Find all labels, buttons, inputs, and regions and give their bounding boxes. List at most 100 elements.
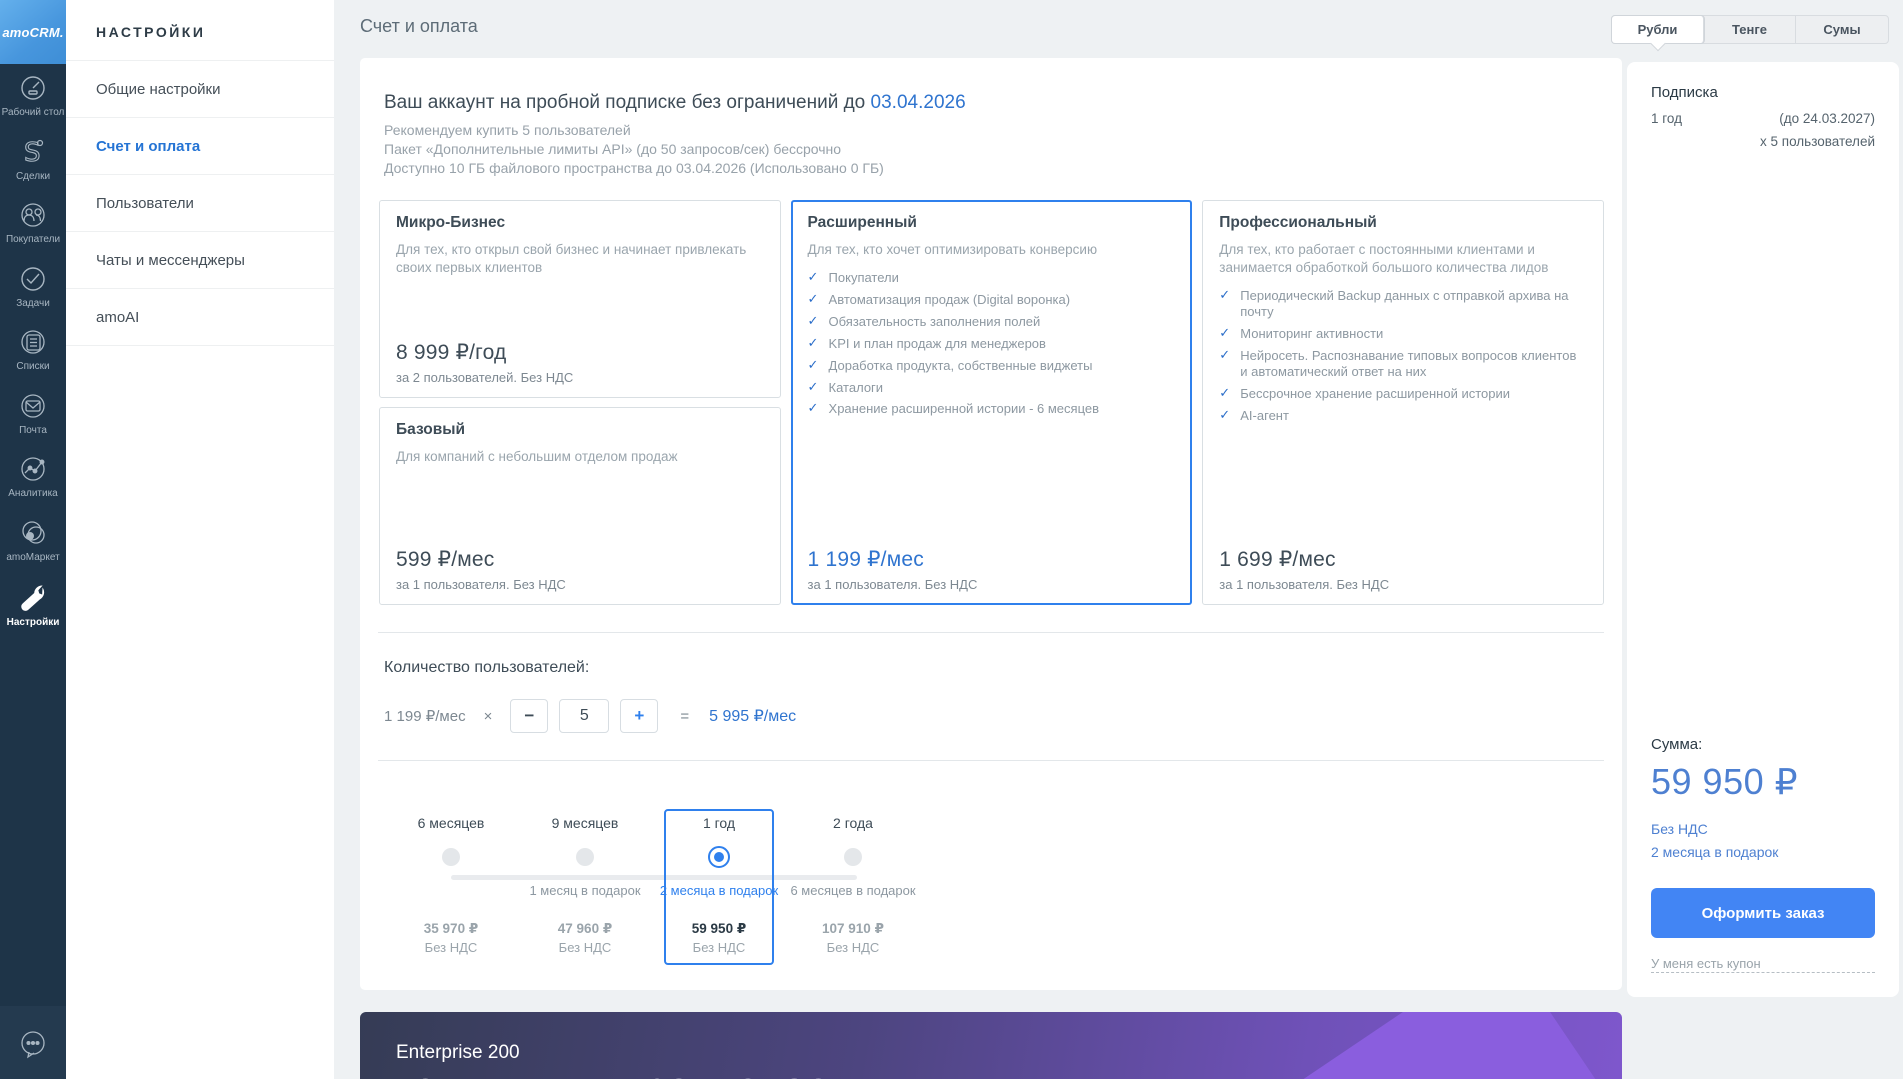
plan-price-note: за 1 пользователя. Без НДС (396, 577, 764, 592)
slider-dot[interactable] (442, 848, 460, 866)
sidebar-item-label: amoМаркет (6, 552, 59, 565)
plan-feature: Хранение расширенной истории - 6 месяцев (808, 398, 1176, 420)
period-vat: Без НДС (693, 940, 746, 955)
sidebar-item-label: Почта (19, 425, 47, 438)
decrease-users-button[interactable]: − (510, 699, 548, 733)
sidebar-item-desktop[interactable]: Рабочий стол (0, 64, 66, 128)
plan-card-professional[interactable]: Профессиональный Для тех, кто работает с… (1202, 200, 1604, 605)
subscription-title: Подписка (1651, 84, 1875, 101)
slider-dot-wrap (576, 837, 594, 877)
sidebar-item-analytics[interactable]: Аналитика (0, 445, 66, 509)
support-chat-icon[interactable] (17, 1028, 49, 1065)
period-option-6m[interactable]: 6 месяцев 35 970 ₽ Без НДС (384, 809, 518, 965)
plan-card-micro[interactable]: Микро-Бизнес Для тех, кто открыл свой би… (379, 200, 781, 398)
period-vat: Без НДС (559, 940, 612, 955)
currency-tab-rub[interactable]: Рубли (1612, 16, 1704, 43)
sidebar-bottom (0, 1006, 66, 1079)
subscription-until: (до 24.03.2027) (1779, 111, 1875, 126)
trial-headline: Ваш аккаунт на пробной подписке без огра… (384, 92, 1604, 114)
sidebar-item-deals[interactable]: S Сделки (0, 128, 66, 192)
menu-item-chats[interactable]: Чаты и мессенджеры (66, 232, 334, 289)
sidebar-item-lists[interactable]: Списки (0, 318, 66, 382)
plan-feature: Покупатели (808, 267, 1176, 289)
coupon-link[interactable]: У меня есть купон (1651, 956, 1875, 973)
users-count-input[interactable] (559, 699, 609, 733)
menu-item-users[interactable]: Пользователи (66, 175, 334, 232)
market-icon (18, 518, 48, 548)
banner-title: Enterprise 200 (396, 1042, 520, 1064)
plan-price: 599 ₽/мес (396, 547, 764, 572)
sidebar-item-customers[interactable]: Покупатели (0, 191, 66, 255)
sidebar-item-label: Задачи (16, 298, 50, 311)
divider (378, 760, 1604, 761)
period-duration: 9 месяцев (552, 815, 619, 837)
plan-title: Профессиональный (1219, 214, 1587, 232)
subscription-row: 1 год (до 24.03.2027) (1651, 111, 1875, 126)
slider-dot[interactable] (576, 848, 594, 866)
sum-label: Сумма: (1651, 736, 1875, 753)
divider (378, 632, 1604, 633)
analytics-icon (18, 454, 48, 484)
period-vat: Без НДС (425, 940, 478, 955)
main-area: Счет и оплата Рубли Тенге Сумы Ваш аккау… (334, 0, 1903, 1079)
plan-card-base[interactable]: Базовый Для компаний с небольшим отделом… (379, 407, 781, 605)
plan-feature: Периодический Backup данных с отправкой … (1219, 285, 1587, 323)
plan-feature: AI-агент (1219, 405, 1587, 427)
plan-title: Базовый (396, 421, 764, 439)
menu-item-general[interactable]: Общие настройки (66, 61, 334, 118)
period-duration: 1 год (703, 815, 735, 837)
plan-description: Для тех, кто работает с постоянными клие… (1219, 241, 1587, 277)
plan-price-note: за 2 пользователей. Без НДС (396, 370, 764, 385)
plan-feature: Доработка продукта, собственные виджеты (808, 355, 1176, 377)
sidebar-item-label: Рабочий стол (2, 107, 65, 120)
lists-icon (18, 327, 48, 357)
sidebar-item-label: Списки (16, 361, 49, 374)
quantity-row: 1 199 ₽/мес × − + = 5 995 ₽/мес (384, 699, 1604, 733)
enterprise-banner[interactable]: Enterprise 200 УСИЛЕННАЯ БЕЗОПАСНОСТЬ (360, 1012, 1622, 1079)
plan-feature: Обязательность заполнения полей (808, 311, 1176, 333)
menu-item-amoai[interactable]: amoAI (66, 289, 334, 346)
period-option-1y[interactable]: 1 год 2 месяца в подарок 59 950 ₽ Без НД… (652, 809, 786, 965)
trial-line: Рекомендуем купить 5 пользователей (384, 122, 1604, 138)
menu-item-billing[interactable]: Счет и оплата (66, 118, 334, 175)
currency-tab-uzs[interactable]: Сумы (1796, 16, 1888, 43)
sidebar-item-mail[interactable]: Почта (0, 382, 66, 446)
sidebar-item-settings[interactable]: Настройки (0, 572, 66, 638)
trial-headline-text: Ваш аккаунт на пробной подписке без огра… (384, 92, 871, 113)
plan-feature: Бессрочное хранение расширенной истории (1219, 383, 1587, 405)
sidebar-item-amomarket[interactable]: amoМаркет (0, 509, 66, 573)
equals-sign: = (680, 708, 689, 725)
sidebar-item-label: Аналитика (8, 488, 58, 501)
period-price: 107 910 ₽ (822, 921, 884, 937)
plan-feature: KPI и план продаж для менеджеров (808, 333, 1176, 355)
subscription-duration: 1 год (1651, 111, 1682, 126)
period-selector: 6 месяцев 35 970 ₽ Без НДС 9 месяцев 1 м… (384, 809, 924, 965)
slider-dot-selected[interactable] (708, 846, 730, 868)
sidebar-item-label: Настройки (7, 617, 60, 630)
amocrm-logo[interactable]: amoCRM. (0, 0, 66, 64)
sidebar-item-label: Покупатели (6, 234, 60, 247)
plan-card-advanced[interactable]: Расширенный Для тех, кто хочет оптимизир… (791, 200, 1193, 605)
trial-end-date[interactable]: 03.04.2026 (871, 92, 966, 113)
subscription-users: х 5 пользователей (1651, 134, 1875, 149)
deals-icon: S (18, 137, 48, 167)
plan-description: Для тех, кто открыл свой бизнес и начина… (396, 241, 764, 277)
plan-price-note: за 1 пользователя. Без НДС (1219, 577, 1587, 592)
plan-price-block: 1 699 ₽/мес за 1 пользователя. Без НДС (1219, 547, 1587, 592)
currency-tabs: Рубли Тенге Сумы (1611, 15, 1889, 44)
period-option-9m[interactable]: 9 месяцев 1 месяц в подарок 47 960 ₽ Без… (518, 809, 652, 965)
plan-price-block: 1 199 ₽/мес за 1 пользователя. Без НДС (808, 547, 1176, 592)
plan-features: Покупатели Автоматизация продаж (Digital… (808, 267, 1176, 420)
settings-menu: НАСТРОЙКИ Общие настройки Счет и оплата … (66, 0, 334, 1079)
plan-price: 1 199 ₽/мес (808, 547, 1176, 572)
currency-tab-kzt[interactable]: Тенге (1704, 16, 1796, 43)
order-button[interactable]: Оформить заказ (1651, 888, 1875, 938)
plan-title: Расширенный (808, 214, 1176, 232)
slider-dot[interactable] (844, 848, 862, 866)
period-option-2y[interactable]: 2 года 6 месяцев в подарок 107 910 ₽ Без… (786, 809, 920, 965)
plan-column-left: Микро-Бизнес Для тех, кто открыл свой би… (379, 200, 781, 605)
customers-icon (18, 200, 48, 230)
increase-users-button[interactable]: + (620, 699, 658, 733)
sidebar-item-tasks[interactable]: Задачи (0, 255, 66, 319)
period-price: 35 970 ₽ (424, 921, 478, 937)
